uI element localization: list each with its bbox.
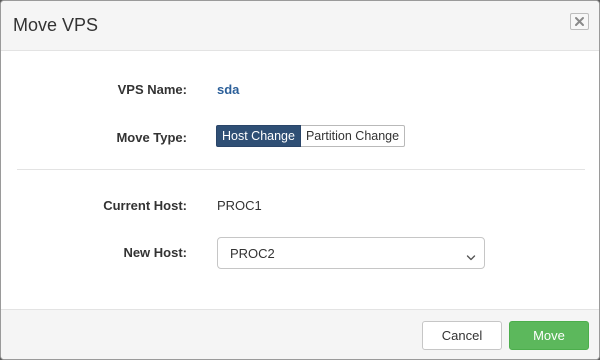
move-button[interactable]: Move [509, 321, 589, 350]
move-type-label: Move Type: [116, 130, 187, 145]
cancel-button[interactable]: Cancel [422, 321, 502, 350]
vps-name-row: VPS Name: sda [1, 74, 599, 106]
dialog-body: VPS Name: sda Move Type: Host Change Par… [1, 52, 599, 309]
current-host-value: PROC1 [217, 198, 262, 213]
current-host-row: Current Host: PROC1 [1, 190, 599, 222]
new-host-label: New Host: [123, 245, 187, 260]
chevron-down-icon [466, 249, 476, 267]
new-host-selected-value: PROC2 [230, 246, 275, 261]
vps-name-link[interactable]: sda [217, 82, 239, 97]
move-type-host-change-button[interactable]: Host Change [216, 125, 301, 147]
current-host-label: Current Host: [103, 198, 187, 213]
dialog-header: Move VPS [1, 1, 599, 51]
close-button[interactable] [570, 13, 589, 30]
section-divider [17, 169, 585, 170]
move-type-toggle: Host Change Partition Change [216, 125, 406, 147]
move-type-row: Move Type: Host Change Partition Change [1, 122, 599, 154]
vps-name-label: VPS Name: [117, 82, 187, 97]
move-type-partition-change-button[interactable]: Partition Change [300, 125, 406, 147]
move-vps-dialog: Move VPS VPS Name: sda Move Type: Host C… [0, 0, 600, 360]
dialog-footer: Cancel Move [1, 309, 599, 359]
new-host-row: New Host: PROC2 [1, 237, 599, 269]
close-icon [574, 16, 585, 27]
new-host-select[interactable]: PROC2 [217, 237, 485, 269]
dialog-title: Move VPS [13, 15, 99, 35]
